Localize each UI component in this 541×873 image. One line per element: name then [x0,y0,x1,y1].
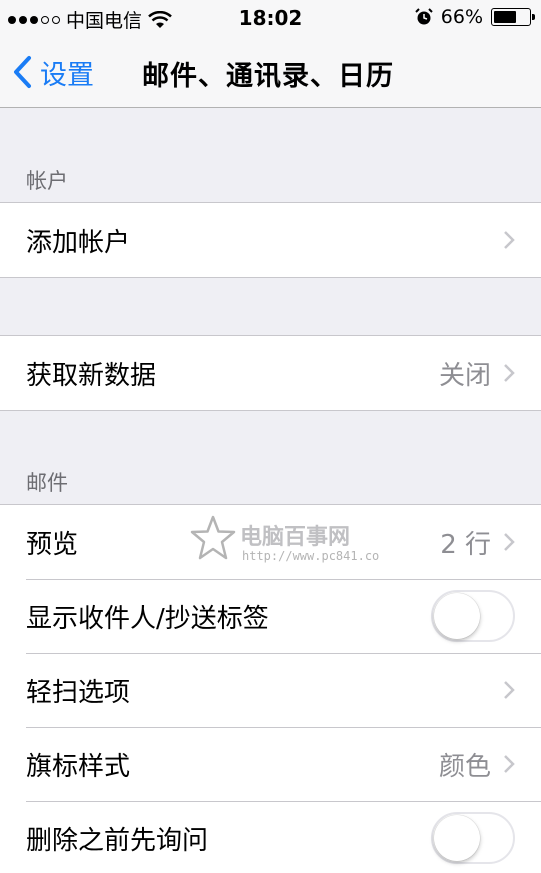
alarm-clock-icon [415,8,433,25]
back-button[interactable]: 设置 [12,50,94,94]
ask-before-delete-toggle[interactable] [431,812,515,864]
chevron-right-icon [504,755,515,773]
swipe-options-row[interactable]: 轻扫选项 [0,653,541,727]
status-bar: 中国电信 18:02 66% [0,0,541,36]
battery-icon [491,8,535,26]
toggle-knob [434,815,480,861]
watermark-url: http://www.pc841.co [242,549,380,563]
preview-label: 预览 [26,529,79,560]
fetch-group: 获取新数据 关闭 [0,335,541,411]
show-to-cc-label: 显示收件人/抄送标签 [26,603,269,634]
toggle-knob [434,593,480,639]
add-account-label: 添加帐户 [26,227,131,258]
show-to-cc-toggle[interactable] [431,590,515,642]
ask-before-delete-label: 删除之前先询问 [26,825,209,856]
flag-style-label: 旗标样式 [26,751,131,782]
star-logo-icon [190,515,236,560]
status-right: 66% [415,6,535,28]
chevron-right-icon [504,533,515,551]
navigation-bar: 设置 邮件、通讯录、日历 [0,36,541,108]
chevron-right-icon [504,681,515,699]
section-header-accounts: 帐户 [26,169,68,193]
section-header-mail: 邮件 [26,471,68,495]
swipe-options-label: 轻扫选项 [26,677,131,708]
battery-percent: 66% [440,6,483,28]
chevron-right-icon [504,364,515,382]
add-account-row[interactable]: 添加帐户 [0,203,541,277]
preview-value: 2 行 [440,529,491,560]
fetch-new-data-label: 获取新数据 [26,360,157,391]
ask-before-delete-row: 删除之前先询问 [0,801,541,873]
fetch-new-data-row[interactable]: 获取新数据 关闭 [0,336,541,410]
page-title: 邮件、通讯录、日历 [142,61,394,92]
flag-style-row[interactable]: 旗标样式 颜色 [0,727,541,801]
chevron-left-icon [14,56,31,88]
flag-style-value: 颜色 [438,751,491,782]
accounts-group: 添加帐户 [0,202,541,278]
fetch-new-data-value: 关闭 [438,360,491,391]
watermark-name: 电脑百事网 [240,525,351,550]
chevron-right-icon [504,231,515,249]
battery-fill [494,11,517,23]
show-to-cc-row: 显示收件人/抄送标签 [0,579,541,653]
back-label: 设置 [40,59,94,91]
